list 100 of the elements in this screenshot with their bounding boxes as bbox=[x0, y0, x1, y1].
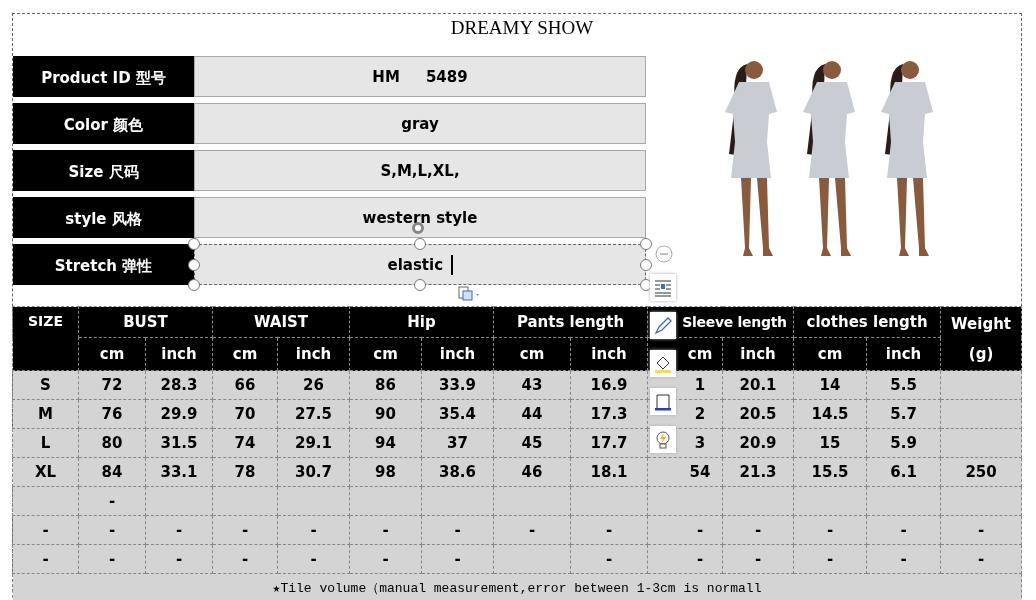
table-cell: 17.7 bbox=[590, 434, 628, 452]
table-cell: - bbox=[528, 521, 536, 539]
table-cell: - bbox=[605, 550, 613, 568]
table-cell: 1 bbox=[694, 376, 706, 394]
table-cell: 250 bbox=[965, 463, 997, 481]
table-cell: - bbox=[977, 521, 985, 539]
table-cell: 5.5 bbox=[890, 376, 917, 394]
table-cell: - bbox=[175, 550, 183, 568]
table-cell: 20.1 bbox=[739, 376, 777, 394]
table-cell: - bbox=[754, 550, 762, 568]
value-text: elastic bbox=[387, 255, 444, 274]
table-cell: 35.4 bbox=[439, 405, 476, 423]
table-cell: 30.7 bbox=[295, 463, 332, 481]
sheet-title: DREAMY SHOW bbox=[449, 16, 595, 40]
table-cell: - bbox=[42, 521, 49, 539]
table-cell: 27.5 bbox=[295, 405, 332, 423]
column-header: Hip bbox=[349, 306, 494, 338]
table-cell: 33.1 bbox=[160, 463, 198, 481]
table-cell: 15 bbox=[819, 434, 841, 452]
table-cell: 14 bbox=[819, 376, 841, 394]
unit-header: cm bbox=[349, 337, 422, 371]
value-cell[interactable]: gray bbox=[194, 103, 646, 144]
value-cell[interactable]: elastic bbox=[194, 244, 646, 285]
info-label: Color 颜色 bbox=[13, 103, 194, 144]
table-cell: - bbox=[175, 521, 183, 539]
table-cell: - bbox=[108, 550, 116, 568]
table-cell: 6.1 bbox=[890, 463, 917, 481]
value-cell[interactable]: HM 5489 bbox=[194, 56, 646, 97]
table-cell: - bbox=[108, 521, 116, 539]
value-cell[interactable]: western style bbox=[194, 197, 646, 238]
table-cell: 15.5 bbox=[811, 463, 849, 481]
table-cell: 38.6 bbox=[439, 463, 476, 481]
table-cell: 78 bbox=[234, 463, 256, 481]
value-cell[interactable]: S,M,L,XL, bbox=[194, 150, 646, 191]
table-cell: - bbox=[454, 550, 461, 568]
value-text: S,M,L,XL, bbox=[380, 161, 460, 180]
table-cell: 5.7 bbox=[890, 405, 917, 423]
table-cell: 76 bbox=[101, 405, 123, 423]
table-cell: - bbox=[382, 521, 389, 539]
table-cell: - bbox=[754, 521, 762, 539]
table-cell: - bbox=[696, 550, 704, 568]
table-cell: 31.5 bbox=[160, 434, 198, 452]
table-cell: 16.9 bbox=[590, 376, 628, 394]
info-label: Product ID 型号 bbox=[13, 56, 194, 97]
table-cell: 29.1 bbox=[295, 434, 332, 452]
table-cell: - bbox=[900, 550, 907, 568]
info-label: Stretch 弹性 bbox=[13, 244, 194, 285]
unit-header: inch bbox=[421, 337, 494, 371]
table-cell: 98 bbox=[375, 463, 396, 481]
table-cell: S bbox=[40, 376, 51, 394]
table-cell: - bbox=[241, 521, 249, 539]
table-cell: 70 bbox=[234, 405, 256, 423]
table-cell: - bbox=[42, 550, 49, 568]
table-cell: - bbox=[310, 550, 317, 568]
table-cell: XL bbox=[34, 463, 57, 481]
table-cell: - bbox=[310, 521, 317, 539]
table-cell: 86 bbox=[375, 376, 396, 394]
info-label: style 风格 bbox=[13, 197, 194, 238]
table-cell: 84 bbox=[101, 463, 123, 481]
table-cell: 44 bbox=[521, 405, 543, 423]
table-cell: 33.9 bbox=[439, 376, 476, 394]
table-cell: L bbox=[40, 434, 51, 452]
table-cell: 74 bbox=[234, 434, 256, 452]
table-cell: 54 bbox=[689, 463, 711, 481]
unit-header: inch bbox=[145, 337, 213, 371]
table-cell: 18.1 bbox=[590, 463, 628, 481]
table-cell: 43 bbox=[521, 376, 543, 394]
column-header: SIZE bbox=[12, 306, 79, 371]
unit-header: cm bbox=[78, 337, 146, 371]
unit-header: inch bbox=[722, 337, 794, 371]
table-cell: 66 bbox=[234, 376, 256, 394]
info-label: Size 尺码 bbox=[13, 150, 194, 191]
table-cell: 29.9 bbox=[160, 405, 198, 423]
table-cell: 94 bbox=[375, 434, 396, 452]
table-cell: - bbox=[241, 550, 249, 568]
table-cell: 3 bbox=[694, 434, 706, 452]
column-header: BUST bbox=[78, 306, 213, 338]
value-text: western style bbox=[362, 208, 478, 227]
table-cell: 90 bbox=[375, 405, 396, 423]
table-cell: 26 bbox=[303, 376, 324, 394]
table-cell: 72 bbox=[101, 376, 123, 394]
table-cell: 80 bbox=[101, 434, 123, 452]
column-header: Pants length bbox=[493, 306, 648, 338]
column-header: Weight (g) bbox=[940, 306, 1022, 371]
table-cell: - bbox=[454, 521, 461, 539]
table-cell: - bbox=[826, 550, 834, 568]
table-cell: 46 bbox=[521, 463, 543, 481]
table-cell: 2 bbox=[694, 405, 706, 423]
table-cell: - bbox=[696, 521, 704, 539]
table-cell: - bbox=[108, 492, 116, 510]
unit-header: inch bbox=[277, 337, 350, 371]
table-cell: M bbox=[38, 405, 53, 423]
table-cell: - bbox=[382, 550, 389, 568]
table-cell: 20.9 bbox=[739, 434, 777, 452]
table-cell: 14.5 bbox=[811, 405, 849, 423]
table-cell: 37 bbox=[447, 434, 468, 452]
unit-header: inch bbox=[570, 337, 648, 371]
table-cell: 20.5 bbox=[739, 405, 777, 423]
unit-header: inch bbox=[866, 337, 941, 371]
table-cell: 5.9 bbox=[890, 434, 917, 452]
